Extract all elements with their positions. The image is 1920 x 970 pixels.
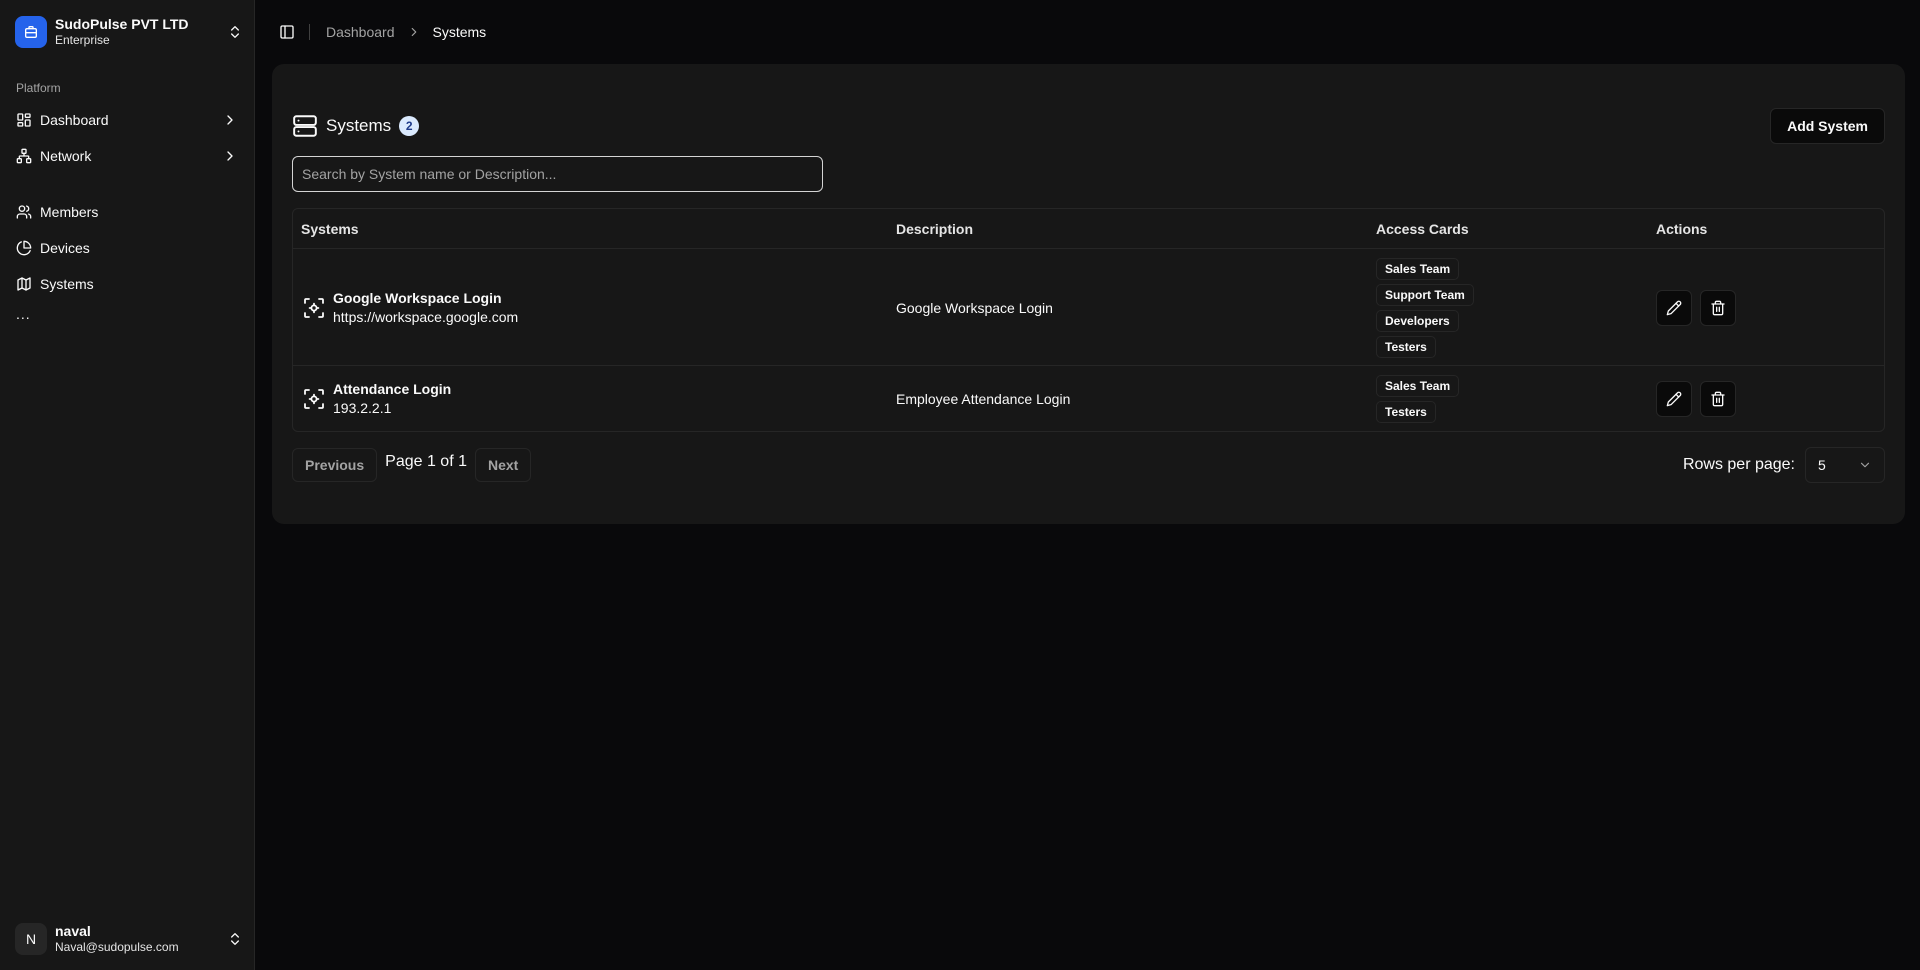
trash-icon xyxy=(1711,391,1725,407)
sidebar-more-button[interactable]: ... xyxy=(8,302,246,334)
access-card-badge: Support Team xyxy=(1376,283,1474,306)
pencil-icon xyxy=(1666,391,1682,407)
access-card-badge: Sales Team xyxy=(1376,375,1460,397)
sidebar-item-systems[interactable]: Systems xyxy=(8,268,246,300)
delete-button[interactable] xyxy=(1700,289,1736,326)
sidebar-item-label: Dashboard xyxy=(40,112,109,128)
previous-page-button[interactable]: Previous xyxy=(292,448,378,482)
chevron-down-icon xyxy=(1860,462,1870,468)
edit-button[interactable] xyxy=(1656,381,1692,417)
systems-card: Systems 2 Add System Systems Description… xyxy=(272,64,1905,524)
users-icon xyxy=(16,205,32,219)
access-card-badge: Developers xyxy=(1376,309,1459,332)
user-menu[interactable]: N naval Naval@sudopulse.com xyxy=(15,922,243,956)
system-settings-icon xyxy=(304,389,324,409)
briefcase-icon xyxy=(15,16,47,48)
column-header-description: Description xyxy=(896,221,974,237)
chevrons-up-down-icon xyxy=(231,26,239,38)
page-indicator: Page 1 of 1 xyxy=(385,453,467,470)
search-input[interactable] xyxy=(292,156,823,192)
pagination: Previous Page 1 of 1 Next Rows per page:… xyxy=(292,447,1885,483)
user-name: naval xyxy=(55,923,91,939)
systems-table: Systems Description Access Cards Actions… xyxy=(292,208,1885,432)
pie-chart-icon xyxy=(16,240,32,256)
system-name: Google Workspace Login xyxy=(333,289,502,306)
avatar: N xyxy=(15,923,47,955)
rows-per-page-value: 5 xyxy=(1818,457,1826,473)
network-icon xyxy=(16,148,32,164)
column-header-access-cards: Access Cards xyxy=(1376,221,1469,237)
sidebar-item-dashboard[interactable]: Dashboard xyxy=(8,104,246,136)
card-header: Systems 2 Add System xyxy=(292,106,1885,146)
org-plan: Enterprise xyxy=(55,33,110,47)
system-description: Google Workspace Login xyxy=(896,299,1053,316)
org-name: SudoPulse PVT LTD xyxy=(55,16,189,32)
access-card-badge: Testers xyxy=(1376,401,1436,423)
breadcrumb-current: Systems xyxy=(432,24,487,40)
system-settings-icon xyxy=(304,297,324,318)
divider xyxy=(309,24,310,40)
rows-per-page-select[interactable]: 5 xyxy=(1805,447,1885,483)
panel-left-icon xyxy=(280,25,294,39)
user-email: Naval@sudopulse.com xyxy=(55,940,179,954)
sidebar-item-members[interactable]: Members xyxy=(8,196,246,228)
server-icon xyxy=(293,115,317,137)
add-system-button[interactable]: Add System xyxy=(1770,108,1885,144)
column-header-actions: Actions xyxy=(1656,221,1708,237)
table-header: Systems Description Access Cards Actions xyxy=(293,209,1884,249)
layout-grid-icon xyxy=(17,113,31,127)
edit-button[interactable] xyxy=(1656,289,1692,326)
breadcrumb-dashboard[interactable]: Dashboard xyxy=(326,24,395,40)
access-card-badge: Sales Team xyxy=(1376,257,1460,280)
breadcrumb: Dashboard Systems xyxy=(326,24,486,40)
column-header-systems: Systems xyxy=(301,221,359,237)
rows-per-page-label: Rows per page: xyxy=(1682,456,1795,473)
count-badge: 2 xyxy=(399,116,420,136)
delete-button[interactable] xyxy=(1700,381,1736,417)
sidebar-item-label: Members xyxy=(40,204,99,220)
sidebar: SudoPulse PVT LTD Enterprise Platform Da… xyxy=(0,0,255,970)
chevron-right-icon xyxy=(227,151,233,161)
top-bar: Dashboard Systems xyxy=(255,0,1920,64)
chevron-right-icon xyxy=(227,115,233,125)
ellipsis-icon: ... xyxy=(16,306,31,322)
table-row: Google Workspace Login https://workspace… xyxy=(293,250,1884,366)
next-page-button[interactable]: Next xyxy=(474,448,532,482)
system-description: Employee Attendance Login xyxy=(896,391,1071,407)
system-name: Attendance Login xyxy=(333,381,452,397)
table-row: Attendance Login 193.2.2.1 Employee Atte… xyxy=(293,367,1884,431)
system-url: https://workspace.google.com xyxy=(333,308,519,325)
sidebar-item-network[interactable]: Network xyxy=(8,140,246,172)
chevrons-up-down-icon xyxy=(231,933,239,945)
org-switcher[interactable]: SudoPulse PVT LTD Enterprise xyxy=(15,14,243,50)
sidebar-item-label: Network xyxy=(40,148,92,164)
sidebar-item-devices[interactable]: Devices xyxy=(8,232,246,264)
trash-icon xyxy=(1711,300,1725,315)
sidebar-item-label: Devices xyxy=(40,240,90,256)
map-icon xyxy=(17,277,31,291)
page-title: Systems xyxy=(326,116,392,135)
sidebar-group-label: Platform xyxy=(16,81,61,95)
chevron-right-icon xyxy=(411,27,416,37)
pencil-icon xyxy=(1666,300,1682,315)
sidebar-toggle-button[interactable] xyxy=(275,20,299,44)
access-card-badge: Testers xyxy=(1376,335,1436,358)
sidebar-item-label: Systems xyxy=(40,276,94,292)
system-url: 193.2.2.1 xyxy=(333,400,392,416)
